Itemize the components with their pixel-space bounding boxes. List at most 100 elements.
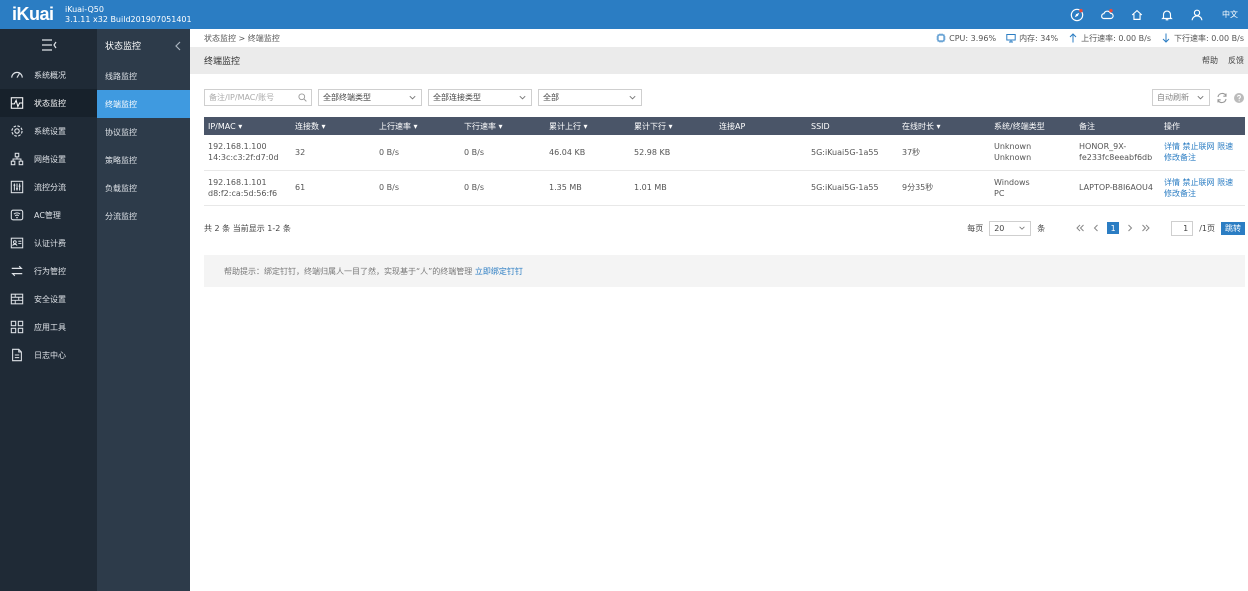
table-row: 192.168.1.101 d8:f2:ca:5d:56:f6 61 0 B/s … (204, 170, 1245, 206)
sidebar-item-logs[interactable]: 日志中心 (0, 341, 97, 369)
device-info: iKuai-Q50 3.1.11 x32 Build201907051401 (65, 5, 192, 25)
sidebar-item-label: 状态监控 (34, 98, 66, 108)
first-page-icon[interactable] (1075, 223, 1085, 233)
page-number[interactable]: 1 (1107, 222, 1120, 234)
help-tip-text: 帮助提示：绑定钉钉，终端归属人一目了然，实现基于“人”的终端管理 (224, 266, 473, 276)
block-network-link[interactable]: 禁止联网 (1183, 142, 1215, 151)
table-footer: 共 2 条 当前显示 1-2 条 每页 20 条 1 1 /1页 跳转 (204, 219, 1245, 237)
terminal-type-select[interactable]: 全部终端类型 (318, 89, 422, 106)
chevron-down-icon (409, 95, 416, 100)
edit-note-link[interactable]: 修改备注 (1164, 153, 1196, 162)
detail-link[interactable]: 详情 (1164, 142, 1180, 151)
breadcrumb-bar: 状态监控 > 终端监控 CPU: 3.96% 内存: 34% 上行速率: 0.0… (190, 29, 1248, 47)
sub-item-policy-monitor[interactable]: 策略监控 (97, 146, 190, 174)
terminal-table: IP/MAC ▾ 连接数 ▾ 上行速率 ▾ 下行速率 ▾ 累计上行 ▾ 累计下行… (204, 117, 1245, 206)
menu-collapse-icon[interactable] (0, 29, 97, 61)
sidebar-item-security[interactable]: 安全设置 (0, 285, 97, 313)
sidebar-item-system[interactable]: 系统设置 (0, 117, 97, 145)
sub-item-protocol-monitor[interactable]: 协议监控 (97, 118, 190, 146)
title-links: 帮助 反馈 (1202, 55, 1244, 66)
total-pages: /1页 (1199, 223, 1215, 233)
block-network-link[interactable]: 禁止联网 (1183, 178, 1215, 187)
sidebar-item-behavior[interactable]: 行为管控 (0, 257, 97, 285)
refresh-icon[interactable] (1216, 92, 1228, 104)
col-total-down[interactable]: 累计下行 ▾ (630, 117, 715, 135)
table-header-row: IP/MAC ▾ 连接数 ▾ 上行速率 ▾ 下行速率 ▾ 累计上行 ▾ 累计下行… (204, 117, 1245, 135)
arrow-up-icon (1069, 33, 1077, 43)
sidebar-item-monitor[interactable]: 状态监控 (0, 89, 97, 117)
bell-icon[interactable] (1152, 0, 1182, 29)
edit-note-link[interactable]: 修改备注 (1164, 189, 1196, 198)
user-icon[interactable] (1182, 0, 1212, 29)
bind-dingtalk-link[interactable]: 立即绑定钉钉 (475, 266, 523, 277)
sidebar-item-network[interactable]: 网络设置 (0, 145, 97, 173)
home-icon[interactable] (1122, 0, 1152, 29)
col-ap: 连接AP (715, 117, 807, 135)
sidebar-item-label: 日志中心 (34, 350, 66, 360)
search-input[interactable]: 备注/IP/MAC/账号 (204, 89, 312, 106)
detail-link[interactable]: 详情 (1164, 178, 1180, 187)
sidebar-item-overview[interactable]: 系统概况 (0, 61, 97, 89)
page-title-bar: 终端监控 帮助 反馈 (190, 47, 1248, 74)
speed-limit-link[interactable]: 限速 (1217, 178, 1233, 187)
refresh-controls: 自动刷新 (1152, 89, 1244, 106)
next-page-icon[interactable] (1125, 223, 1135, 233)
col-conn[interactable]: 连接数 ▾ (291, 117, 375, 135)
table-row: 192.168.1.100 14:3c:c3:2f:d7:0d 32 0 B/s … (204, 135, 1245, 171)
per-page-unit: 条 (1037, 223, 1046, 233)
device-build: 3.1.11 x32 Build201907051401 (65, 15, 192, 24)
cloud-icon[interactable] (1092, 0, 1122, 29)
jump-button[interactable]: 跳转 (1221, 221, 1245, 235)
auto-refresh-select[interactable]: 自动刷新 (1152, 89, 1210, 106)
col-total-up[interactable]: 累计上行 ▾ (545, 117, 630, 135)
last-page-icon[interactable] (1141, 223, 1151, 233)
top-icons: 中文 (1062, 0, 1248, 29)
sidebar-item-ac[interactable]: AC管理 (0, 201, 97, 229)
compass-icon[interactable] (1062, 0, 1092, 29)
sub-item-load-monitor[interactable]: 负载监控 (97, 174, 190, 202)
wifi-icon (10, 209, 24, 221)
help-icon[interactable] (1234, 92, 1244, 103)
goto-page-input[interactable]: 1 (1171, 220, 1194, 236)
sidebar-item-label: 行为管控 (34, 266, 66, 276)
col-ip-mac[interactable]: IP/MAC ▾ (204, 117, 291, 135)
connection-type-select[interactable]: 全部连接类型 (428, 89, 532, 106)
scope-select[interactable]: 全部 (538, 89, 642, 106)
sidebar-item-flow[interactable]: 流控分流 (0, 173, 97, 201)
main-sidebar: 系统概况 状态监控 系统设置 网络设置 流控分流 AC管理 认证计费 行为管控 … (0, 29, 97, 591)
sidebar-item-label: 系统概况 (34, 70, 66, 80)
pulse-icon (10, 97, 24, 109)
col-down-rate[interactable]: 下行速率 ▾ (460, 117, 545, 135)
sidebar-item-label: 流控分流 (34, 182, 66, 192)
pagination: 每页 20 条 1 1 /1页 跳转 (967, 220, 1245, 236)
ikuai-logo[interactable]: iKuai (12, 4, 54, 25)
cpu-icon (936, 33, 946, 43)
per-page-select[interactable]: 20 (989, 220, 1032, 236)
sidebar-item-label: 应用工具 (34, 322, 66, 332)
memory-stat: 内存: 34% (1006, 33, 1058, 44)
feedback-link[interactable]: 反馈 (1228, 55, 1244, 66)
breadcrumb: 状态监控 > 终端监控 (204, 33, 280, 43)
sub-item-terminal-monitor[interactable]: 终端监控 (97, 90, 190, 118)
sub-item-line-monitor[interactable]: 线路监控 (97, 62, 190, 90)
col-ssid: SSID (807, 117, 898, 135)
language-switch[interactable]: 中文 (1212, 9, 1248, 20)
col-note: 备注 (1075, 117, 1160, 135)
chevron-left-icon[interactable] (174, 41, 182, 51)
id-card-icon (10, 237, 24, 249)
sidebar-item-label: AC管理 (34, 210, 61, 220)
system-stats: CPU: 3.96% 内存: 34% 上行速率: 0.00 B/s 下行速率: … (936, 33, 1244, 44)
col-online-time[interactable]: 在线时长 ▾ (898, 117, 990, 135)
arrows-icon (11, 265, 23, 277)
search-icon[interactable] (298, 93, 307, 102)
sub-item-split-monitor[interactable]: 分流监控 (97, 202, 190, 230)
speed-limit-link[interactable]: 限速 (1217, 142, 1233, 151)
download-stat: 下行速率: 0.00 B/s (1161, 33, 1244, 44)
sidebar-item-auth[interactable]: 认证计费 (0, 229, 97, 257)
sidebar-item-tools[interactable]: 应用工具 (0, 313, 97, 341)
firewall-icon (10, 293, 24, 305)
col-up-rate[interactable]: 上行速率 ▾ (375, 117, 460, 135)
help-link[interactable]: 帮助 (1202, 55, 1218, 66)
prev-page-icon[interactable] (1091, 223, 1101, 233)
sidebar-item-label: 安全设置 (34, 294, 66, 304)
